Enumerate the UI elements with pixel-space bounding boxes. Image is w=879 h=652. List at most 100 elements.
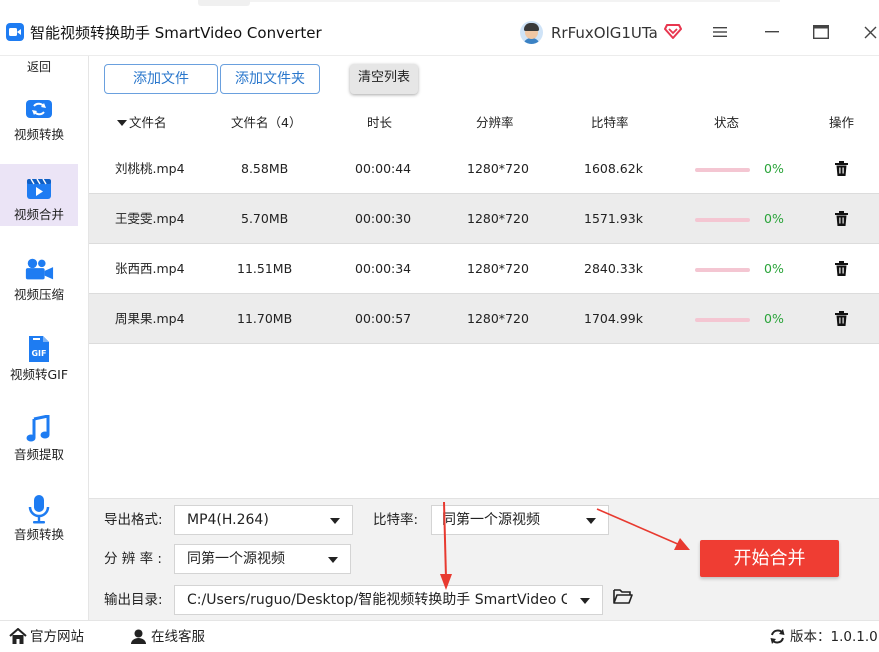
cell-size: 11.70MB [237,311,293,326]
sidebar-item-label: 音频提取 [13,447,64,462]
progress-bar [695,168,750,172]
chevron-down-icon [586,518,596,524]
delete-icon[interactable] [835,161,848,180]
progress-bar [695,318,750,322]
progress-percent: 0% [764,211,784,226]
refresh-icon[interactable] [769,628,786,649]
header-size[interactable]: 文件名（4） [231,115,301,131]
progress-percent: 0% [764,161,784,176]
cell-size: 11.51MB [237,261,293,276]
progress-bar [695,268,750,272]
cell-size: 5.70MB [241,211,289,226]
progress-bar [695,218,750,222]
delete-icon[interactable] [835,261,848,280]
back-button[interactable]: 返回 [0,56,78,78]
sidebar-item-video-gif[interactable]: GIF 视频转GIF [0,324,78,386]
progress-percent: 0% [764,261,784,276]
progress-percent: 0% [764,311,784,326]
sidebar-item-label: 视频合并 [13,207,64,222]
output-settings-panel: 导出格式: MP4(H.264) 比特率: 同第一个源视频 分 辨 率 : 同第… [89,498,879,620]
output-dir-select[interactable]: C:/Users/ruguo/Desktop/智能视频转换助手 SmartVid… [174,585,603,615]
microphone-icon [24,495,54,524]
cell-resolution: 1280*720 [467,211,529,226]
close-icon[interactable] [859,21,879,43]
format-select-value: MP4(H.264) [187,512,269,528]
app-logo-icon [6,23,24,41]
customer-service-icon[interactable] [130,628,147,649]
sort-indicator-icon[interactable] [117,115,127,135]
gif-icon: GIF [24,336,54,362]
version-text: 版本：1.0.1.0 [790,629,878,645]
sidebar-item-audio-convert[interactable]: 音频转换 [0,484,78,546]
maximize-icon[interactable] [810,21,832,43]
sidebar-item-label: 音频转换 [13,527,64,542]
cell-duration: 00:00:30 [355,211,412,226]
cell-duration: 00:00:57 [355,311,412,326]
folder-open-icon[interactable] [613,588,633,608]
sidebar-item-video-convert[interactable]: 视频转换 [0,84,78,146]
sidebar-item-audio-extract[interactable]: 音频提取 [0,404,78,466]
menu-icon[interactable] [709,21,731,43]
header-status: 状态 [714,115,740,130]
header-duration[interactable]: 时长 [367,115,392,131]
vip-diamond-icon[interactable] [664,22,682,44]
cell-bitrate: 1704.99k [584,311,643,326]
cell-filename: 周果果.mp4 [115,311,185,326]
cell-bitrate: 2840.33k [584,261,643,276]
header-name[interactable]: 文件名 [129,115,167,131]
header-action: 操作 [829,115,855,130]
table-row[interactable]: 张西西.mp4 11.51MB 00:00:34 1280*720 2840.3… [89,244,879,294]
chevron-down-icon [330,518,340,524]
cell-filename: 张西西.mp4 [115,261,185,276]
cell-filename: 王雯雯.mp4 [115,211,185,226]
bitrate-select[interactable]: 同第一个源视频 [431,505,609,535]
sidebar-item-video-compress[interactable]: 视频压缩 [0,244,78,306]
cell-resolution: 1280*720 [467,161,529,176]
cell-resolution: 1280*720 [467,311,529,326]
cell-filename: 刘桃桃.mp4 [115,161,185,176]
add-folder-button[interactable]: 添加文件夹 [220,64,320,94]
home-icon[interactable] [9,627,27,649]
chevron-down-icon [580,598,590,604]
table-row[interactable]: 周果果.mp4 11.70MB 00:00:57 1280*720 1704.9… [89,294,879,344]
username[interactable]: RrFuxOlG1UTa [551,23,658,43]
start-merge-button[interactable]: 开始合并 [700,540,839,577]
clear-list-button[interactable]: 清空列表 [350,64,418,94]
background-window-edge [250,0,780,2]
resolution-select-value: 同第一个源视频 [187,551,285,567]
resolution-select[interactable]: 同第一个源视频 [174,544,351,574]
cell-resolution: 1280*720 [467,261,529,276]
footer-bar: 官方网站 在线客服 版本：1.0.1.0 [0,620,879,652]
sidebar: 返回 视频转换 视频合并 视频压缩 GIF 视频转GIF 音频提取 音频转换 [0,56,89,620]
minimize-icon[interactable] [761,21,783,43]
format-select[interactable]: MP4(H.264) [174,505,353,535]
cell-duration: 00:00:44 [355,161,412,176]
toolbar: 添加文件 添加文件夹 清空列表 [89,56,879,102]
background-tab-edge [198,0,250,6]
file-list-empty-area[interactable] [89,344,879,498]
sidebar-item-label: 视频转换 [13,127,64,142]
user-avatar[interactable] [520,21,543,44]
online-support-link[interactable]: 在线客服 [151,628,205,646]
chevron-down-icon [328,557,338,563]
sidebar-item-video-merge[interactable]: 视频合并 [0,164,78,226]
app-title: 智能视频转换助手 SmartVideo Converter [30,24,322,42]
cell-duration: 00:00:34 [355,261,412,276]
header-bitrate[interactable]: 比特率 [591,115,629,131]
format-label: 导出格式: [104,512,163,528]
delete-icon[interactable] [835,311,848,330]
resolution-label: 分 辨 率 : [104,551,162,567]
sidebar-item-label: 视频转GIF [9,367,69,382]
bitrate-select-value: 同第一个源视频 [442,512,540,528]
header-resolution[interactable]: 分辨率 [476,115,514,131]
table-row[interactable]: 刘桃桃.mp4 8.58MB 00:00:44 1280*720 1608.62… [89,144,879,194]
file-table-header: 文件名 文件名（4） 时长 分辨率 比特率 状态 操作 [89,102,879,144]
bitrate-label: 比特率: [373,512,419,528]
video-convert-icon [24,96,54,122]
cell-bitrate: 1571.93k [584,211,643,226]
delete-icon[interactable] [835,211,848,230]
svg-text:GIF: GIF [31,349,46,358]
official-website-link[interactable]: 官方网站 [30,628,84,646]
add-file-button[interactable]: 添加文件 [104,64,218,94]
table-row[interactable]: 王雯雯.mp4 5.70MB 00:00:30 1280*720 1571.93… [89,194,879,244]
